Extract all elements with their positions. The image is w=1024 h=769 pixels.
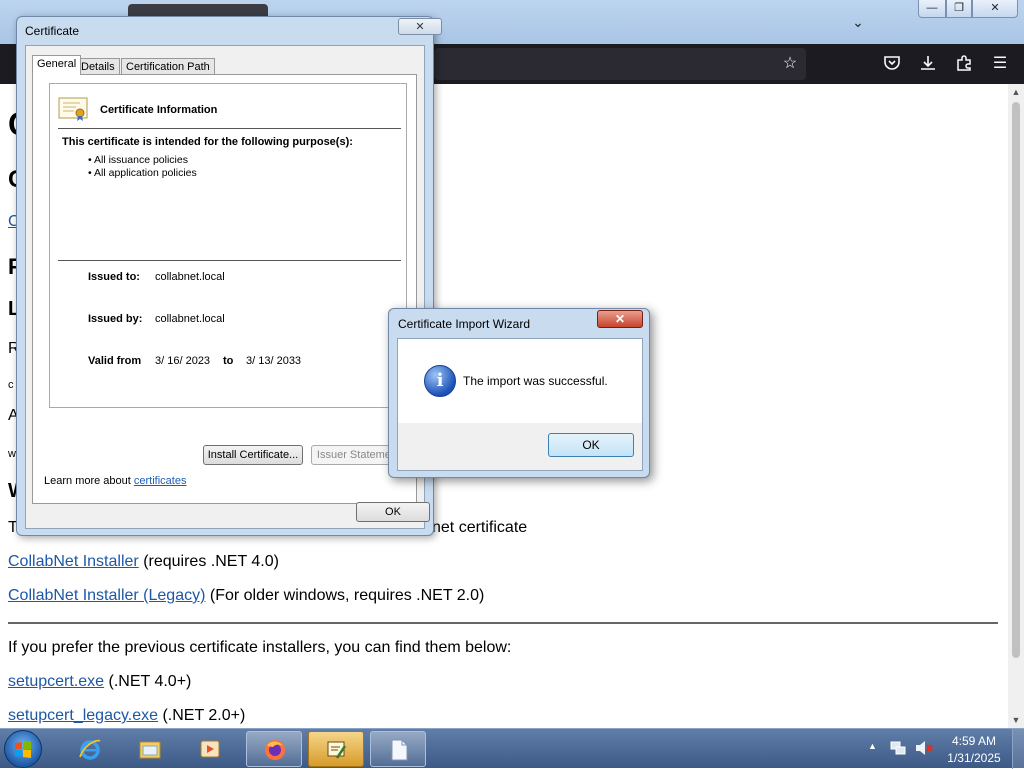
tab-certification-path[interactable]: Certification Path: [121, 58, 215, 75]
extensions-icon[interactable]: [954, 54, 974, 74]
collabnet-installer-legacy-link[interactable]: CollabNet Installer (Legacy): [8, 587, 205, 604]
internet-explorer-icon: [79, 739, 101, 760]
legacy-installer-line: CollabNet Installer (Legacy) (For older …: [8, 587, 484, 605]
learn-more-prefix: Learn more about: [44, 475, 134, 487]
dialog-close-button[interactable]: ✕: [398, 18, 442, 35]
issued-by-label: Issued by:: [88, 313, 143, 325]
network-icon[interactable]: [890, 740, 906, 756]
purpose-heading: This certificate is intended for the fol…: [62, 136, 353, 148]
setupcert-legacy-note: (.NET 2.0+): [162, 707, 246, 724]
media-player-icon: [200, 740, 220, 758]
volume-muted-icon[interactable]: [915, 740, 933, 756]
valid-to-label: to: [223, 355, 234, 367]
install-certificate-button[interactable]: Install Certificate...: [203, 445, 303, 465]
windows-logo-icon: [15, 741, 31, 758]
dialog-title: Certificate Import Wizard: [398, 317, 531, 331]
certificates-link[interactable]: certificates: [134, 475, 187, 487]
text-line-end: net certificate: [432, 519, 528, 536]
dialog-footer: OK: [398, 423, 642, 470]
clock-date[interactable]: 1/31/2025: [940, 751, 1008, 765]
taskbar-firefox[interactable]: [246, 731, 302, 767]
taskbar-internet-explorer[interactable]: [62, 731, 118, 767]
setupcert-line: setupcert.exe (.NET 4.0+): [8, 673, 191, 691]
taskbar-certificate-manager[interactable]: [308, 731, 364, 767]
setupcert-legacy-line: setupcert_legacy.exe (.NET 2.0+): [8, 707, 245, 725]
tab-details[interactable]: Details: [76, 58, 120, 75]
certificate-manager-icon: [327, 741, 347, 759]
dialog-title: Certificate: [25, 24, 80, 38]
certificate-dialog: Certificate ✕ General Details Certificat…: [16, 16, 442, 536]
document-icon: [391, 739, 408, 761]
previous-installers-text: If you prefer the previous certificate i…: [8, 639, 512, 656]
ok-button[interactable]: OK: [548, 433, 634, 457]
show-hidden-icons-icon[interactable]: ▲: [868, 741, 877, 751]
certificate-import-wizard-dialog: Certificate Import Wizard ✕ i The import…: [388, 308, 650, 478]
issued-to-value: collabnet.local: [155, 271, 225, 283]
clock-time[interactable]: 4:59 AM: [944, 734, 1004, 748]
scroll-down-arrow-icon[interactable]: ▼: [1008, 712, 1024, 728]
folder-icon: [139, 741, 161, 759]
dialog-body: General Details Certification Path Certi…: [25, 45, 430, 529]
tab-general[interactable]: General: [32, 55, 82, 75]
valid-from-label: Valid from: [88, 355, 142, 367]
certificate-info-box: Certificate Information This certificate…: [49, 83, 407, 408]
scroll-thumb[interactable]: [1012, 102, 1020, 658]
certificate-info-heading: Certificate Information: [100, 104, 218, 116]
menu-icon[interactable]: ☰: [990, 54, 1010, 74]
horizontal-rule: [8, 622, 998, 624]
general-tab-panel: Certificate Information This certificate…: [32, 74, 417, 504]
legacy-installer-note: (For older windows, requires .NET 2.0): [209, 587, 485, 604]
address-bar[interactable]: [434, 48, 806, 80]
chevron-down-icon[interactable]: ⌄: [848, 12, 868, 32]
divider: [58, 260, 401, 261]
certificate-icon: [58, 97, 88, 121]
text-fragment: w: [8, 448, 16, 460]
setupcert-link[interactable]: setupcert.exe: [8, 673, 104, 690]
installer-line: CollabNet Installer (requires .NET 4.0): [8, 553, 279, 571]
text-fragment: c: [8, 379, 14, 391]
learn-more-text: Learn more about certificates: [44, 475, 186, 487]
issued-to-label: Issued to:: [88, 271, 140, 283]
dialog-body: i The import was successful. OK: [397, 338, 643, 471]
purpose-item: • All application policies: [88, 167, 197, 179]
issued-by-value: collabnet.local: [155, 313, 225, 325]
installer-note: (requires .NET 4.0): [143, 553, 279, 570]
setupcert-legacy-link[interactable]: setupcert_legacy.exe: [8, 707, 158, 724]
certificate-ok-button[interactable]: OK: [356, 502, 430, 522]
taskbar: ▲ 4:59 AM 1/31/2025: [0, 728, 1024, 769]
purpose-item: • All issuance policies: [88, 154, 188, 166]
start-button[interactable]: [4, 730, 42, 768]
information-icon: i: [424, 365, 456, 397]
divider: [58, 128, 401, 129]
dialog-close-button[interactable]: ✕: [597, 310, 643, 328]
maximize-button[interactable]: ❐: [946, 0, 972, 18]
valid-from-value: 3/ 16/ 2023: [155, 355, 211, 367]
download-icon[interactable]: [918, 54, 938, 74]
dialog-message: The import was successful.: [463, 374, 608, 388]
firefox-icon: [265, 740, 285, 760]
minimize-button[interactable]: —: [918, 0, 946, 18]
taskbar-notepad[interactable]: [370, 731, 426, 767]
vertical-scrollbar[interactable]: ▲ ▼: [1008, 84, 1024, 728]
scroll-up-arrow-icon[interactable]: ▲: [1008, 84, 1024, 100]
valid-to-value: 3/ 13/ 2033: [246, 355, 302, 367]
taskbar-windows-explorer[interactable]: [122, 731, 178, 767]
taskbar-media-player[interactable]: [182, 731, 238, 767]
star-icon[interactable]: ☆: [780, 54, 800, 74]
close-window-button[interactable]: ✕: [972, 0, 1018, 18]
collabnet-installer-link[interactable]: CollabNet Installer: [8, 553, 139, 570]
pocket-icon[interactable]: [882, 54, 902, 74]
show-desktop-button[interactable]: [1012, 729, 1024, 769]
setupcert-note: (.NET 4.0+): [108, 673, 192, 690]
